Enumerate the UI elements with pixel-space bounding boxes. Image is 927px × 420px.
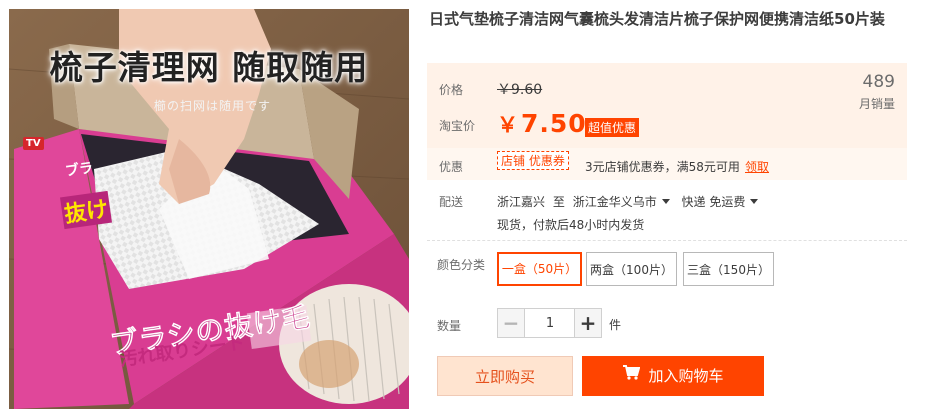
quantity-stepper: − + xyxy=(497,308,602,338)
current-price-value: 7.50 xyxy=(521,109,587,138)
ship-from: 浙江嘉兴 xyxy=(497,195,546,209)
monthly-sales-count: 489 xyxy=(862,72,895,92)
quantity-section: 数量 − + 件 xyxy=(427,308,907,340)
promo-section: 优惠 店铺 优惠券 3元店铺优惠券，满58元可用 领取 xyxy=(427,148,907,180)
chevron-down-icon[interactable] xyxy=(661,199,670,204)
ship-method-select[interactable]: 快递 免运费 xyxy=(682,193,746,210)
quantity-unit: 件 xyxy=(609,318,622,332)
quantity-label: 数量 xyxy=(437,319,462,333)
image-caption: 梳子清理网 随取随用 xyxy=(49,48,369,87)
coupon-description: 3元店铺优惠券，满58元可用 xyxy=(585,160,740,174)
add-to-cart-button[interactable]: 加入购物车 xyxy=(582,356,764,396)
ship-to-select[interactable]: 浙江金华义乌市 xyxy=(573,193,657,210)
deal-badge: 超值优惠 xyxy=(585,118,640,137)
price-section: 价格 ￥9.60 淘宝价 ￥7.50 超值优惠 489 月销量 xyxy=(427,63,907,148)
shop-coupon-tag[interactable]: 店铺 优惠券 xyxy=(497,151,569,170)
shipping-label: 配送 xyxy=(439,195,464,209)
box-side-text: ブラ xyxy=(64,160,95,180)
quantity-increase-button[interactable]: + xyxy=(574,309,601,337)
buy-now-button[interactable]: 立即购买 xyxy=(437,356,573,396)
variant-option-3[interactable]: 三盒（150片） xyxy=(683,252,774,286)
original-price: ￥9.60 xyxy=(497,82,543,98)
chevron-down-icon[interactable] xyxy=(750,199,759,204)
tv-badge: TV xyxy=(23,137,44,150)
price-label: 价格 xyxy=(439,83,464,97)
add-to-cart-label: 加入购物车 xyxy=(648,367,724,385)
monthly-sales-label: 月销量 xyxy=(858,97,895,111)
product-title: 日式气垫梳子清洁网气囊梳头发清洁片梳子保护网便携清洁纸50片装 xyxy=(429,10,885,28)
currency-symbol: ￥ xyxy=(497,113,519,137)
product-main-image[interactable]: 梳子清理网 随取随用 櫛の扫网は随用です TV ブラ 抜け ブラシの抜け毛 汚れ… xyxy=(9,9,409,409)
get-coupon-link[interactable]: 领取 xyxy=(745,158,769,175)
variant-option-1[interactable]: 一盒（50片） xyxy=(497,252,582,286)
current-price: ￥7.50 xyxy=(497,109,587,139)
variant-option-2[interactable]: 两盒（100片） xyxy=(586,252,677,286)
taobao-price-label: 淘宝价 xyxy=(439,119,476,133)
quantity-input[interactable] xyxy=(525,309,575,337)
ship-time-note: 现货，付款后48小时内发货 xyxy=(497,218,645,232)
image-subcaption: 櫛の扫网は随用です xyxy=(154,99,272,113)
color-category-section: 颜色分类 一盒（50片） 两盒（100片） 三盒（150片） xyxy=(427,252,907,292)
shopping-cart-icon xyxy=(622,355,641,395)
quantity-decrease-button[interactable]: − xyxy=(498,309,525,337)
shipping-line: 浙江嘉兴 至 浙江金华义乌市 快递 免运费 xyxy=(497,193,766,210)
box-side-title: 抜け xyxy=(60,190,113,230)
ship-to-word: 至 xyxy=(552,195,565,209)
shipping-section: 配送 浙江嘉兴 至 浙江金华义乌市 快递 免运费 现货，付款后48小时内发货 xyxy=(427,190,907,238)
divider xyxy=(427,240,907,241)
variant-label: 颜色分类 xyxy=(437,258,486,272)
promo-label: 优惠 xyxy=(439,160,464,174)
